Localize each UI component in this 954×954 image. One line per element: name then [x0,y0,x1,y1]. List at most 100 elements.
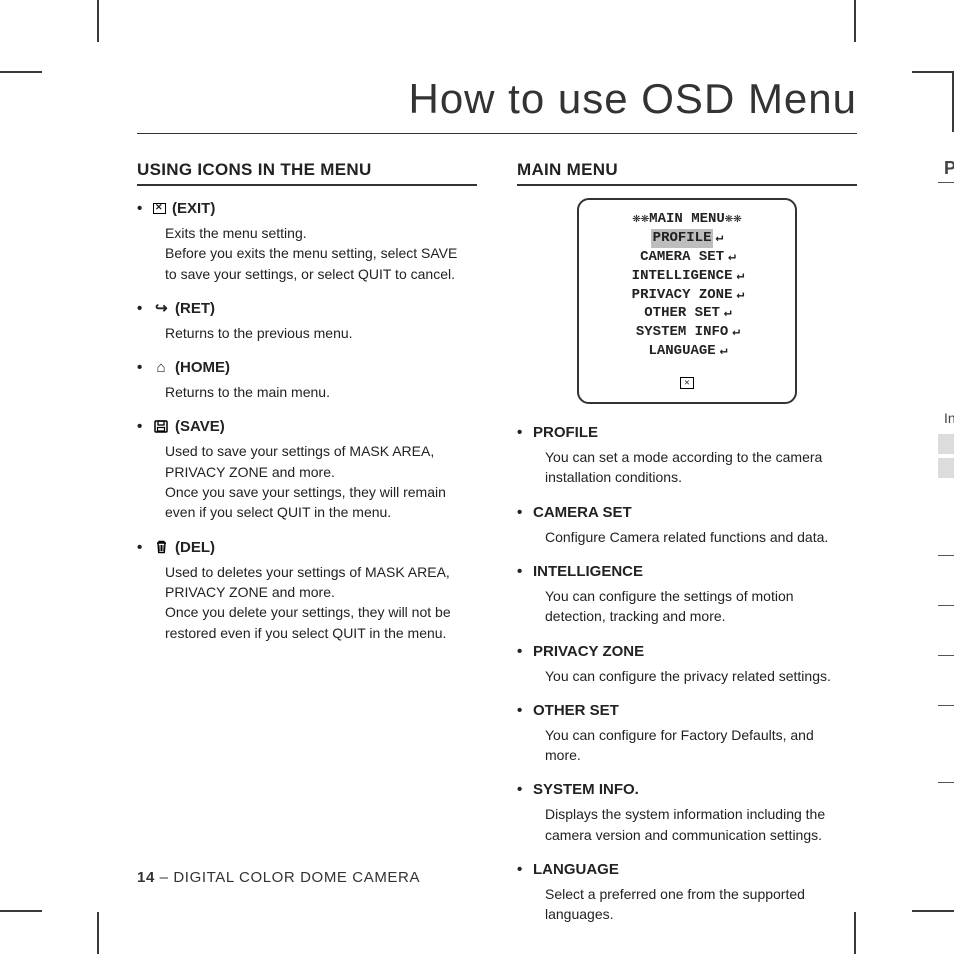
list-item: (RET) Returns to the previous menu. [137,298,477,343]
enter-icon: ↵ [715,229,723,248]
osd-row: PROFILE↵ [585,229,789,248]
osd-item: OTHER SET [642,304,722,323]
item-label: (DEL) [175,537,215,558]
edge-line [938,655,954,656]
save-icon [153,420,169,434]
exit-icon [153,203,166,214]
page-number: 14 [137,869,155,886]
item-desc: You can configure the privacy related se… [545,666,857,686]
right-item-list: PROFILE You can set a mode according to t… [517,422,857,925]
item-desc: Returns to the main menu. [165,382,477,402]
osd-row: PRIVACY ZONE↵ [585,286,789,305]
left-column: USING ICONS IN THE MENU (EXIT) Exits the … [137,160,477,939]
footer-text: – DIGITAL COLOR DOME CAMERA [155,869,420,886]
edge-line [938,782,954,783]
osd-item: CAMERA SET [638,248,726,267]
item-label: LANGUAGE [533,859,619,880]
exit-icon [680,377,694,389]
content-columns: USING ICONS IN THE MENU (EXIT) Exits the … [137,160,857,939]
list-item: (HOME) Returns to the main menu. [137,357,477,402]
left-heading: USING ICONS IN THE MENU [137,160,477,186]
item-head: (DEL) [137,537,477,558]
item-head: (HOME) [137,357,477,378]
list-item: INTELLIGENCE You can configure the settin… [517,561,857,627]
osd-row: CAMERA SET↵ [585,248,789,267]
crop-tick [97,0,99,42]
crop-tick [0,910,42,912]
osd-item: SYSTEM INFO [634,323,730,342]
home-icon [153,361,169,375]
item-desc: Used to deletes your settings of MASK AR… [165,562,477,643]
osd-item: INTELLIGENCE [630,267,735,286]
item-desc: Exits the menu setting.Before you exits … [165,223,477,284]
crop-tick [854,0,856,42]
item-head: (SAVE) [137,416,477,437]
left-item-list: (EXIT) Exits the menu setting.Before you … [137,198,477,643]
crop-tick [912,71,954,73]
item-head: INTELLIGENCE [517,561,857,582]
osd-row: SYSTEM INFO↵ [585,323,789,342]
item-head: (RET) [137,298,477,319]
enter-icon: ↵ [720,342,728,361]
list-item: CAMERA SET Configure Camera related funct… [517,502,857,547]
item-desc: You can configure for Factory Defaults, … [545,725,857,766]
edge-line [938,555,954,556]
page-title: How to use OSD Menu [408,75,857,123]
osd-row: LANGUAGE↵ [585,342,789,361]
delete-icon [153,540,169,554]
item-label: PROFILE [533,422,598,443]
osd-menu-box: ❋❋MAIN MENU❋❋ PROFILE↵CAMERA SET↵INTELLI… [577,198,797,404]
item-label: OTHER SET [533,700,619,721]
list-item: PRIVACY ZONE You can configure the privac… [517,641,857,686]
enter-icon: ↵ [728,248,736,267]
list-item: PROFILE You can set a mode according to t… [517,422,857,488]
title-underline [137,133,857,134]
footer: 14 – DIGITAL COLOR DOME CAMERA [137,869,420,886]
item-head: CAMERA SET [517,502,857,523]
list-item: (SAVE)Used to save your settings of MASK… [137,416,477,522]
item-head: OTHER SET [517,700,857,721]
right-column: MAIN MENU ❋❋MAIN MENU❋❋ PROFILE↵CAMERA S… [517,160,857,939]
osd-exit-icon-row [585,373,789,392]
return-icon [153,301,169,315]
edge-line [938,705,954,706]
item-head: SYSTEM INFO. [517,779,857,800]
item-desc: You can set a mode according to the came… [545,447,857,488]
enter-icon: ↵ [724,304,732,323]
item-head: (EXIT) [137,198,477,219]
enter-icon: ↵ [732,323,740,342]
edge-line [938,182,954,183]
osd-item: PRIVACY ZONE [630,286,735,305]
crop-tick [0,71,42,73]
item-label: (SAVE) [175,416,225,437]
list-item: (EXIT) Exits the menu setting.Before you … [137,198,477,284]
osd-row: OTHER SET↵ [585,304,789,323]
item-head: PRIVACY ZONE [517,641,857,662]
edge-partial-text: In [944,410,954,426]
item-label: (EXIT) [172,198,215,219]
osd-rows: PROFILE↵CAMERA SET↵INTELLIGENCE↵PRIVACY … [585,229,789,361]
item-desc: Returns to the previous menu. [165,323,477,343]
osd-item: LANGUAGE [646,342,717,361]
edge-partial-text: P [944,158,954,179]
osd-title: ❋❋MAIN MENU❋❋ [585,210,789,229]
right-heading: MAIN MENU [517,160,857,186]
edge-band [938,458,954,478]
edge-band [938,434,954,454]
enter-icon: ↵ [737,286,745,305]
item-label: SYSTEM INFO. [533,779,639,800]
item-label: CAMERA SET [533,502,632,523]
edge-line [938,605,954,606]
item-label: (HOME) [175,357,230,378]
item-label: PRIVACY ZONE [533,641,644,662]
item-desc: Displays the system information includin… [545,804,857,845]
item-label: (RET) [175,298,215,319]
item-head: LANGUAGE [517,859,857,880]
item-label: INTELLIGENCE [533,561,643,582]
list-item: (DEL) Used to deletes your settings of MA… [137,537,477,643]
item-desc: Configure Camera related functions and d… [545,527,857,547]
list-item: OTHER SET You can configure for Factory D… [517,700,857,766]
list-item: LANGUAGESelect a preferred one from the … [517,859,857,925]
enter-icon: ↵ [737,267,745,286]
item-desc: You can configure the settings of motion… [545,586,857,627]
